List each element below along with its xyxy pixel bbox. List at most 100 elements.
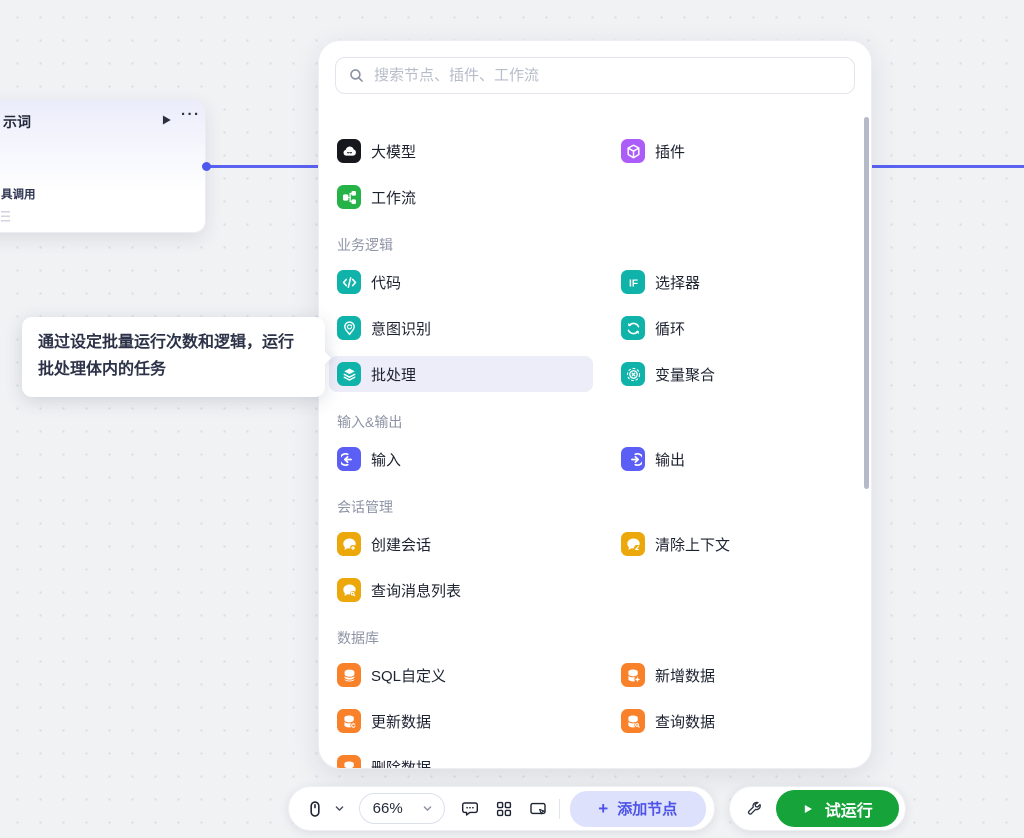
db-icon [337, 663, 361, 687]
scrollbar-thumb[interactable] [864, 117, 869, 489]
canvas-toolbar: 66% + 添加节点 [288, 786, 715, 831]
mouse-mode-icon[interactable] [302, 796, 327, 822]
node-item-clear-context[interactable]: 清除上下文 [613, 526, 829, 562]
toolbar-divider [558, 798, 560, 819]
db-x-icon [337, 755, 361, 768]
node-output-port[interactable] [202, 162, 211, 171]
node-item-label: 选择器 [655, 274, 701, 292]
node-item-sql-custom[interactable]: SQL自定义 [329, 657, 593, 693]
section-header: 输入&输出 [337, 414, 403, 430]
section-grid: SQL自定义 新增数据 更新数据 查询数据 删除数据 [335, 657, 855, 768]
node-item-label: 大模型 [371, 143, 417, 161]
node-item-label: 工作流 [371, 189, 417, 207]
node-menu: 大模型 插件 工作流 业务逻辑 代码 IF 选择器 意图识别 循环 批处理 变量聚合 输入&输出 输入输… [329, 113, 855, 768]
plus-icon: + [598, 799, 609, 818]
intent-icon [337, 316, 361, 340]
node-item-label: 意图识别 [371, 320, 432, 338]
edge-line-right [872, 165, 1024, 168]
node-card-prompt[interactable]: 示词 ··· 具调用 [0, 99, 206, 233]
node-item-aggregate[interactable]: 变量聚合 [613, 356, 829, 392]
test-run-button[interactable]: 试运行 [775, 790, 899, 827]
node-item-db-query[interactable]: 查询数据 [613, 703, 829, 739]
zoom-value: 66% [372, 800, 403, 817]
section-grid: 代码 IF 选择器意图识别 循环批处理 变量聚合 [329, 264, 855, 392]
node-item-workflow[interactable]: 工作流 [329, 179, 593, 215]
search-box[interactable] [335, 57, 855, 94]
section-grid: 创建会话 清除上下文查询消息列表 [335, 526, 855, 608]
chat-search-icon [337, 578, 361, 602]
output-icon [621, 447, 645, 471]
llm-icon [337, 139, 361, 163]
section-header: 数据库 [337, 630, 379, 646]
section-header: 会话管理 [337, 499, 393, 515]
mouse-mode-chevron-icon[interactable] [327, 796, 352, 822]
loop-icon [621, 316, 645, 340]
node-item-label: 新增数据 [655, 667, 716, 685]
run-toolbar: 试运行 [729, 786, 906, 831]
add-node-panel: 大模型插件工作流业务逻辑代码IF选择器意图识别循环批处理变量聚合输入&输出输入输… [318, 40, 872, 769]
db-search-icon [621, 709, 645, 733]
node-item-label: 变量聚合 [655, 366, 716, 384]
aggregate-icon [621, 362, 645, 386]
node-item-db-insert[interactable]: 新增数据 [613, 657, 829, 693]
node-item-query-messages[interactable]: 查询消息列表 [329, 572, 593, 608]
node-item-label: 代码 [371, 274, 402, 292]
node-item-label: 查询消息列表 [371, 582, 462, 600]
node-item-label: 批处理 [371, 366, 417, 384]
node-item-label: SQL自定义 [371, 667, 447, 685]
screen-cursor-icon[interactable] [525, 796, 550, 822]
layout-grid-icon[interactable] [491, 796, 516, 822]
play-icon [804, 804, 812, 813]
section-grid: 大模型 插件工作流 [335, 133, 855, 215]
node-title: 示词 [3, 114, 31, 130]
node-more-icon[interactable]: ··· [181, 106, 201, 123]
node-item-db-update[interactable]: 更新数据 [329, 703, 593, 739]
workflow-icon [337, 185, 361, 209]
node-item-label: 循环 [655, 320, 686, 338]
comment-icon[interactable] [457, 796, 482, 822]
node-item-input[interactable]: 输入 [329, 441, 593, 477]
input-icon [337, 447, 361, 471]
add-node-label: 添加节点 [617, 801, 678, 818]
node-item-output[interactable]: 输出 [613, 441, 829, 477]
node-item-label: 输入 [371, 451, 402, 469]
chat-clear-icon [621, 532, 645, 556]
node-item-loop[interactable]: 循环 [613, 310, 829, 346]
chat-plus-icon [337, 532, 361, 556]
add-node-button[interactable]: + 添加节点 [569, 790, 706, 827]
node-run-icon[interactable] [159, 113, 173, 127]
search-icon [350, 69, 363, 82]
node-item-label: 插件 [655, 143, 686, 161]
node-item-llm[interactable]: 大模型 [329, 133, 593, 169]
edge-line-left [207, 165, 318, 168]
node-item-label: 清除上下文 [655, 536, 731, 554]
node-item-selector[interactable]: IF 选择器 [613, 264, 829, 300]
node-item-label: 查询数据 [655, 713, 716, 731]
search-input[interactable] [374, 67, 842, 84]
node-item-create-session[interactable]: 创建会话 [329, 526, 593, 562]
code-icon [337, 270, 361, 294]
wrench-icon[interactable] [740, 794, 770, 824]
section-grid: 输入 输出 [335, 441, 855, 477]
test-run-label: 试运行 [824, 802, 873, 820]
node-item-label: 创建会话 [371, 536, 432, 554]
db-plus-icon [621, 663, 645, 687]
zoom-select[interactable]: 66% [358, 793, 446, 824]
node-text-fragment [1, 211, 10, 222]
node-item-code[interactable]: 代码 [329, 264, 593, 300]
node-item-db-delete[interactable]: 删除数据 [329, 749, 593, 768]
node-item-intent[interactable]: 意图识别 [329, 310, 593, 346]
node-item-label: 输出 [655, 451, 686, 469]
if-icon: IF [621, 270, 645, 294]
batch-tooltip-text: 通过设定批量运行次数和逻辑，运行批处理体内的任务 [38, 334, 295, 378]
node-item-batch[interactable]: 批处理 [329, 356, 593, 392]
svg-text:IF: IF [629, 278, 638, 289]
node-item-label: 更新数据 [371, 713, 432, 731]
node-subtitle: 具调用 [1, 189, 36, 201]
plugin-icon [621, 139, 645, 163]
chevron-down-icon [423, 806, 432, 811]
section-header: 业务逻辑 [337, 237, 393, 253]
node-item-plugin[interactable]: 插件 [613, 133, 829, 169]
batch-icon [337, 362, 361, 386]
batch-tooltip: 通过设定批量运行次数和逻辑，运行批处理体内的任务 [22, 317, 332, 397]
